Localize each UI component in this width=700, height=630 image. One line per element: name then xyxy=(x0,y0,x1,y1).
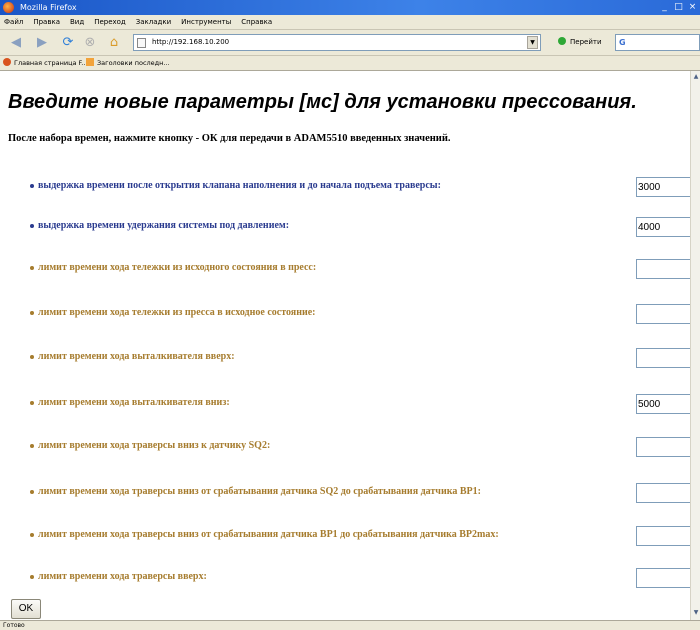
window-titlebar: Mozilla Firefox _ □ × xyxy=(0,0,700,15)
url-text: http://192.168.10.200 xyxy=(152,38,230,46)
menu-bookmarks[interactable]: Закладки xyxy=(136,15,171,29)
bookmark-label: Заголовки последн... xyxy=(97,59,170,67)
vertical-scrollbar[interactable]: ▲ ▼ xyxy=(690,71,700,620)
param-label: лимит времени хода выталкивателя вниз: xyxy=(38,397,230,408)
bookmark-headlines[interactable]: Заголовки последн... xyxy=(86,56,170,71)
go-icon xyxy=(558,37,566,45)
param-label: лимит времени хода траверсы вниз от сраб… xyxy=(38,486,481,497)
instruction-text: После набора времен, нажмите кнопку - ОК… xyxy=(8,133,451,144)
param-input-1[interactable] xyxy=(636,177,690,197)
ok-button[interactable]: OK xyxy=(11,599,41,619)
bookmarks-toolbar: Главная страница F... Заголовки последн.… xyxy=(0,56,700,71)
param-label: лимит времени хода тележки из пресса в и… xyxy=(38,307,316,318)
scroll-up-icon[interactable]: ▲ xyxy=(692,73,700,81)
param-input-6[interactable] xyxy=(636,394,690,414)
param-label: выдержка времени после открытия клапана … xyxy=(38,180,441,191)
bullet-icon xyxy=(30,184,34,188)
search-engine-icon: G xyxy=(619,38,626,47)
param-row: лимит времени хода траверсы вниз от сраб… xyxy=(0,483,690,507)
bullet-icon xyxy=(30,490,34,494)
firefox-icon xyxy=(3,58,11,66)
param-input-8[interactable] xyxy=(636,483,690,503)
param-label: лимит времени хода тележки из исходного … xyxy=(38,262,317,273)
menu-tools[interactable]: Инструменты xyxy=(181,15,231,29)
go-button[interactable]: Перейти xyxy=(558,37,602,46)
page-icon xyxy=(137,38,146,48)
status-text: Готово xyxy=(3,622,25,629)
firefox-icon xyxy=(3,2,14,13)
param-row: выдержка времени после открытия клапана … xyxy=(0,177,690,201)
param-label: лимит времени хода траверсы вниз к датчи… xyxy=(38,440,271,451)
reload-icon[interactable]: ⟳ xyxy=(60,35,76,51)
param-input-3[interactable] xyxy=(636,259,690,279)
param-row: лимит времени хода выталкивателя вниз: xyxy=(0,394,690,418)
bullet-icon xyxy=(30,533,34,537)
stop-icon[interactable]: ⊗ xyxy=(82,35,98,51)
bullet-icon xyxy=(30,444,34,448)
param-row: лимит времени хода траверсы вниз от сраб… xyxy=(0,526,690,550)
forward-icon[interactable]: ▶ xyxy=(34,35,50,51)
bookmark-home[interactable]: Главная страница F... xyxy=(3,56,87,71)
param-label: лимит времени хода выталкивателя вверх: xyxy=(38,351,235,362)
param-label: лимит времени хода траверсы вверх: xyxy=(38,571,207,582)
url-input[interactable]: http://192.168.10.200 ▼ xyxy=(133,34,541,51)
back-icon[interactable]: ◀ xyxy=(8,35,24,51)
param-row: лимит времени хода выталкивателя вверх: xyxy=(0,348,690,372)
param-input-7[interactable] xyxy=(636,437,690,457)
bullet-icon xyxy=(30,224,34,228)
param-row: лимит времени хода тележки из исходного … xyxy=(0,259,690,283)
menu-edit[interactable]: Правка xyxy=(33,15,60,29)
param-input-4[interactable] xyxy=(636,304,690,324)
status-bar: Готово xyxy=(0,620,700,630)
rss-icon xyxy=(86,58,94,66)
param-row: лимит времени хода траверсы вниз к датчи… xyxy=(0,437,690,461)
menu-bar: Файл Правка Вид Переход Закладки Инструм… xyxy=(0,15,700,30)
param-input-9[interactable] xyxy=(636,526,690,546)
minimize-button[interactable]: _ xyxy=(658,1,671,13)
param-input-10[interactable] xyxy=(636,568,690,588)
menu-help[interactable]: Справка xyxy=(241,15,272,29)
menu-file[interactable]: Файл xyxy=(4,15,23,29)
param-input-2[interactable] xyxy=(636,217,690,237)
param-label: лимит времени хода траверсы вниз от сраб… xyxy=(38,529,499,540)
bullet-icon xyxy=(30,266,34,270)
menu-go[interactable]: Переход xyxy=(94,15,126,29)
param-row: лимит времени хода тележки из пресса в и… xyxy=(0,304,690,328)
param-input-5[interactable] xyxy=(636,348,690,368)
menu-view[interactable]: Вид xyxy=(70,15,84,29)
param-row: лимит времени хода траверсы вверх: xyxy=(0,568,690,592)
scroll-down-icon[interactable]: ▼ xyxy=(692,609,700,617)
window-title: Mozilla Firefox xyxy=(20,3,77,12)
bullet-icon xyxy=(30,401,34,405)
param-label: выдержка времени удержания системы под д… xyxy=(38,220,290,231)
bullet-icon xyxy=(30,575,34,579)
page-content: Введите новые параметры [мс] для установ… xyxy=(0,71,690,620)
maximize-button[interactable]: □ xyxy=(672,1,685,13)
go-label: Перейти xyxy=(570,38,602,46)
url-dropdown-icon[interactable]: ▼ xyxy=(527,36,538,49)
bullet-icon xyxy=(30,355,34,359)
bullet-icon xyxy=(30,311,34,315)
bookmark-label: Главная страница F... xyxy=(14,59,88,67)
home-icon[interactable]: ⌂ xyxy=(106,35,122,51)
navigation-toolbar: ◀ ▶ ⟳ ⊗ ⌂ http://192.168.10.200 ▼ Перейт… xyxy=(0,30,700,56)
search-input[interactable]: G xyxy=(615,34,700,51)
param-row: выдержка времени удержания системы под д… xyxy=(0,217,690,241)
close-button[interactable]: × xyxy=(686,1,699,13)
page-title: Введите новые параметры [мс] для установ… xyxy=(8,91,637,113)
